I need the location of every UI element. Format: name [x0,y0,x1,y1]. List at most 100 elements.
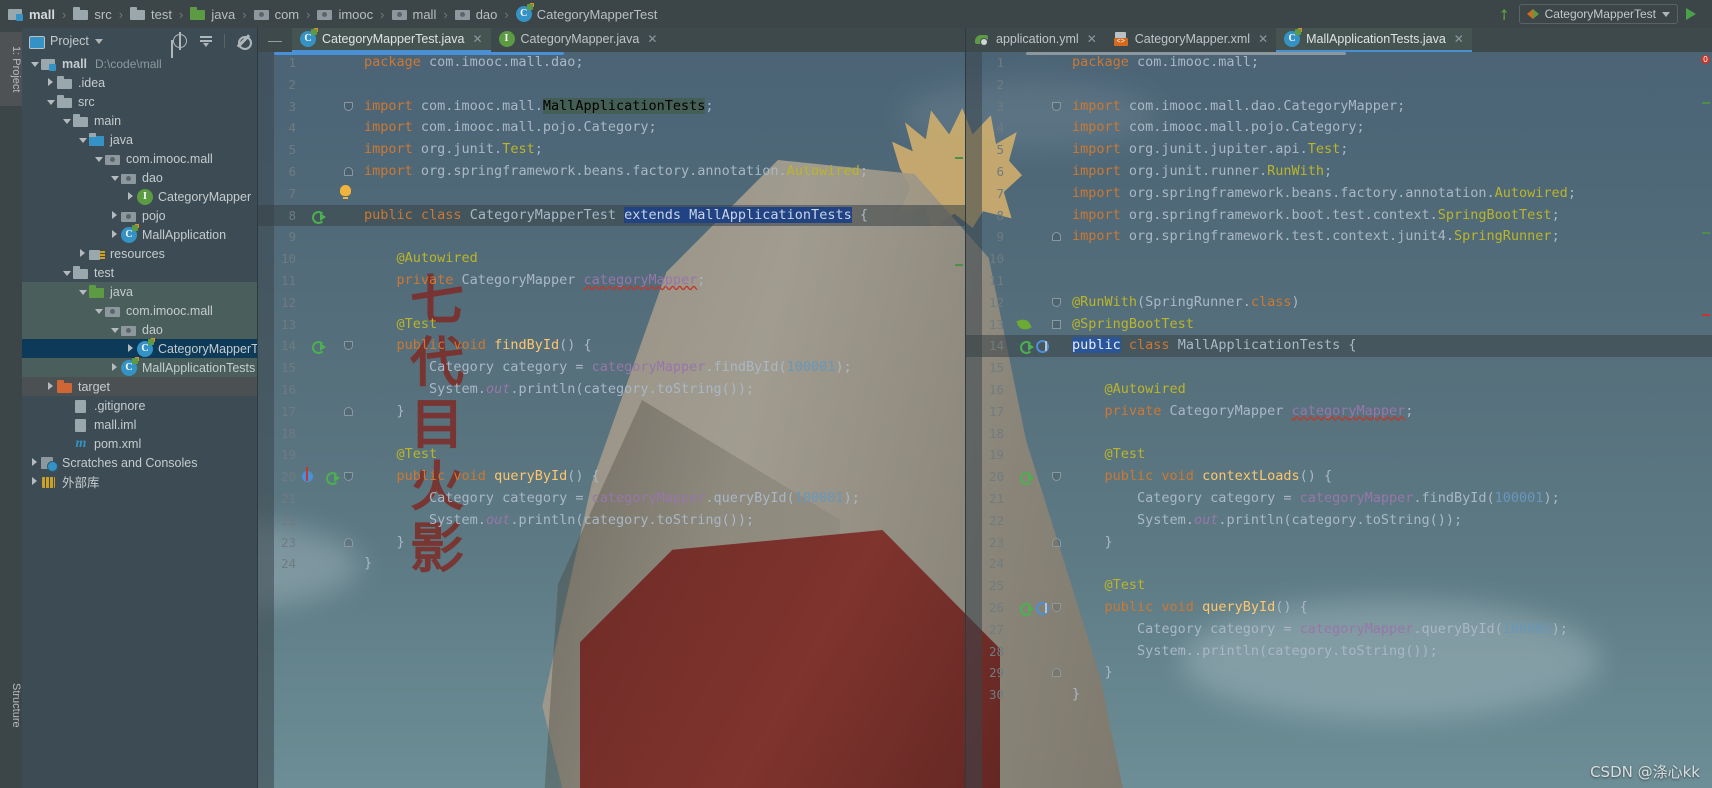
tree-item-pom-xml[interactable]: m pom.xml [22,434,257,453]
fold-icon[interactable] [1052,101,1061,111]
line-gutter[interactable] [304,205,358,227]
line-gutter[interactable] [304,553,358,575]
chevron-down-icon[interactable] [44,97,57,107]
line-gutter[interactable] [1012,423,1066,445]
breadcrumb-item-com[interactable]: com [252,0,302,28]
line-gutter[interactable] [1012,357,1066,379]
fold-icon[interactable] [1052,472,1061,482]
line-gutter[interactable] [1012,139,1066,161]
chevron-right-icon[interactable] [108,229,121,240]
tree-item-java[interactable]: java [22,130,257,149]
fold-icon[interactable] [1052,297,1061,307]
run-triangle-icon[interactable] [1686,8,1696,20]
breadcrumb-item-categorymappertest[interactable]: C CategoryMapperTest [514,0,660,28]
chevron-down-icon[interactable] [28,59,41,69]
fold-icon[interactable] [344,166,353,176]
hide-tabs-icon[interactable]: — [258,28,292,52]
line-gutter[interactable] [1012,488,1066,510]
breadcrumb-item-java[interactable]: java [188,0,237,28]
chevron-down-icon[interactable] [94,38,103,44]
chevron-right-icon[interactable] [108,362,121,373]
chevron-right-icon[interactable] [108,210,121,221]
line-gutter[interactable] [304,52,358,74]
fold-icon[interactable] [1052,232,1061,242]
code-viewport-left[interactable]: 1 package com.imooc.mall.dao; 2 3 import com… [258,52,965,788]
close-icon[interactable]: ✕ [1087,32,1097,46]
line-gutter[interactable] [1012,335,1066,357]
fold-icon[interactable] [1052,602,1061,612]
line-gutter[interactable] [1012,379,1066,401]
line-gutter[interactable] [1012,270,1066,292]
line-gutter[interactable] [304,488,358,510]
close-icon[interactable]: ✕ [472,32,482,46]
run-test-icon[interactable] [312,339,326,355]
close-icon[interactable]: ✕ [1454,32,1464,46]
line-gutter[interactable] [1012,52,1066,74]
line-gutter[interactable] [1012,248,1066,270]
line-gutter[interactable] [1012,553,1066,575]
breadcrumb-item-imooc[interactable]: imooc [315,0,375,28]
editor-tab-categorymapper-java[interactable]: I CategoryMapper.java ✕ [491,28,666,52]
line-gutter[interactable] [1012,444,1066,466]
line-gutter[interactable] [304,379,358,401]
line-gutter[interactable] [1012,575,1066,597]
line-gutter[interactable] [1012,292,1066,314]
run-test-icon[interactable] [1020,601,1034,616]
breakpoint-icon[interactable] [302,467,313,483]
fold-icon[interactable] [1052,319,1061,329]
settings-gear-icon[interactable] [235,33,252,50]
chevron-right-icon[interactable] [124,191,137,202]
line-gutter[interactable] [304,532,358,554]
close-icon[interactable]: ✕ [647,32,657,46]
chevron-down-icon[interactable] [92,306,105,316]
chevron-right-icon[interactable] [44,381,57,392]
tree-item-scratches-and-consoles[interactable]: Scratches and Consoles [22,453,257,472]
line-gutter[interactable] [1012,314,1066,336]
breadcrumb-item-test[interactable]: test [128,0,174,28]
run-test-icon[interactable] [312,209,326,224]
chevron-right-icon[interactable] [28,457,41,468]
line-gutter[interactable] [1012,226,1066,248]
editor-tab-application-yml[interactable]: application.yml ✕ [966,28,1105,52]
fold-icon[interactable] [1052,668,1061,678]
chevron-down-icon[interactable] [76,287,89,297]
fold-icon[interactable] [344,406,353,416]
line-gutter[interactable] [304,335,358,357]
chevron-right-icon[interactable] [124,343,137,354]
marker-strip-left[interactable] [953,52,965,788]
line-gutter[interactable] [1012,401,1066,423]
editor-tab-mallapplicationtests-java[interactable]: C MallApplicationTests.java ✕ [1276,28,1472,52]
line-gutter[interactable] [1012,96,1066,118]
tree-item-mall-iml[interactable]: mall.iml [22,415,257,434]
tool-window-tab-structure[interactable]: Structure [0,668,22,742]
line-gutter[interactable] [1012,205,1066,227]
line-gutter[interactable] [1012,74,1066,96]
tree-item-java[interactable]: java [22,282,257,301]
tree-item-dao[interactable]: dao [22,168,257,187]
editor-tab-categorymapper-xml[interactable]: CategoryMapper.xml ✕ [1105,28,1276,52]
line-gutter[interactable] [1012,466,1066,488]
tree-item-mall[interactable]: mall D:\code\mall [22,54,257,73]
chevron-down-icon[interactable] [108,173,121,183]
fold-icon[interactable] [1052,537,1061,547]
line-gutter[interactable] [304,74,358,96]
line-gutter[interactable] [304,510,358,532]
line-gutter[interactable] [304,96,358,118]
locate-icon[interactable] [172,32,188,50]
tree-item-mallapplicationtests[interactable]: C MallApplicationTests [22,357,257,377]
line-gutter[interactable] [304,248,358,270]
hammer-icon[interactable]: ➚ [1494,4,1515,25]
line-gutter[interactable] [304,161,358,183]
chevron-down-icon[interactable] [60,116,73,126]
chevron-right-icon[interactable] [76,248,89,259]
line-gutter[interactable] [1012,662,1066,684]
tree-item-test[interactable]: test [22,263,257,282]
run-test-icon[interactable] [326,470,340,486]
tree-item--gitignore[interactable]: .gitignore [22,396,257,415]
line-gutter[interactable] [304,401,358,423]
line-gutter[interactable] [304,292,358,314]
line-gutter[interactable] [304,423,358,445]
line-gutter[interactable] [304,183,358,205]
fold-icon[interactable] [344,537,353,547]
collapse-all-icon[interactable] [198,33,214,49]
